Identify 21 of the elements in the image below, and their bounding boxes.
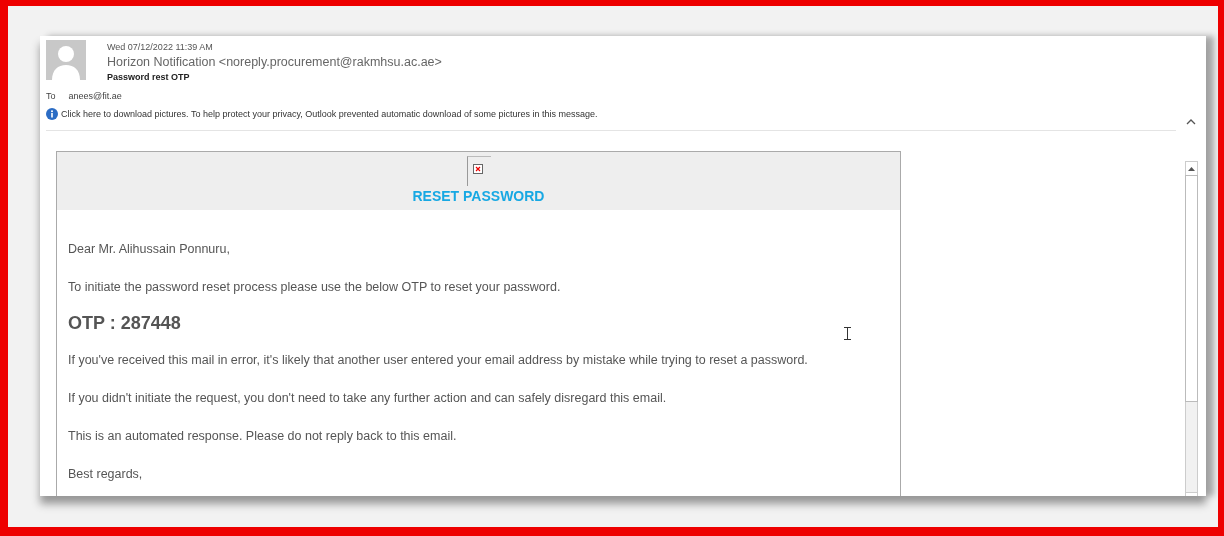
email-subject: Password rest OTP [107,71,191,84]
recipient-address: anees@fit.ae [68,90,122,102]
message-paragraph: Best regards, [68,467,144,482]
scrollbar[interactable] [1185,161,1198,496]
scroll-thumb[interactable] [1185,175,1198,402]
sender-name: Horizon Notification <noreply.procurement@rakmhsu.ac.ae> [107,54,442,71]
text-cursor-icon [844,327,851,340]
message-paragraph: Dear Mr. Alihussain Ponnuru, [68,242,231,257]
otp-code: OTP : 287448 [68,313,182,333]
sent-date: Wed 07/12/2022 11:39 AM [107,41,214,53]
broken-image-icon [466,156,491,186]
message-paragraph: If you've received this mail in error, it's likely that another user entered your email address by mistake while trying to reset a password. [68,353,809,368]
info-icon [46,108,58,120]
message-paragraph: If you didn't initiate the request, you don't need to take any further action and can safely disregard this email. [68,391,668,406]
up-arrow-icon [1188,166,1195,171]
download-pictures-link[interactable]: Click here to download pictures. To help protect your privacy, Outlook prevented automatic download of some pictures in this message. [61,109,598,119]
reset-password-title: RESET PASSWORD [412,188,545,204]
message-paragraph: To initiate the password reset process please use the below OTP to reset your password. [68,280,562,295]
message-paragraph: This is an automated response. Please do not reply back to this email. [68,429,458,444]
to-label: To [46,90,56,102]
collapse-icon[interactable] [1186,118,1196,125]
